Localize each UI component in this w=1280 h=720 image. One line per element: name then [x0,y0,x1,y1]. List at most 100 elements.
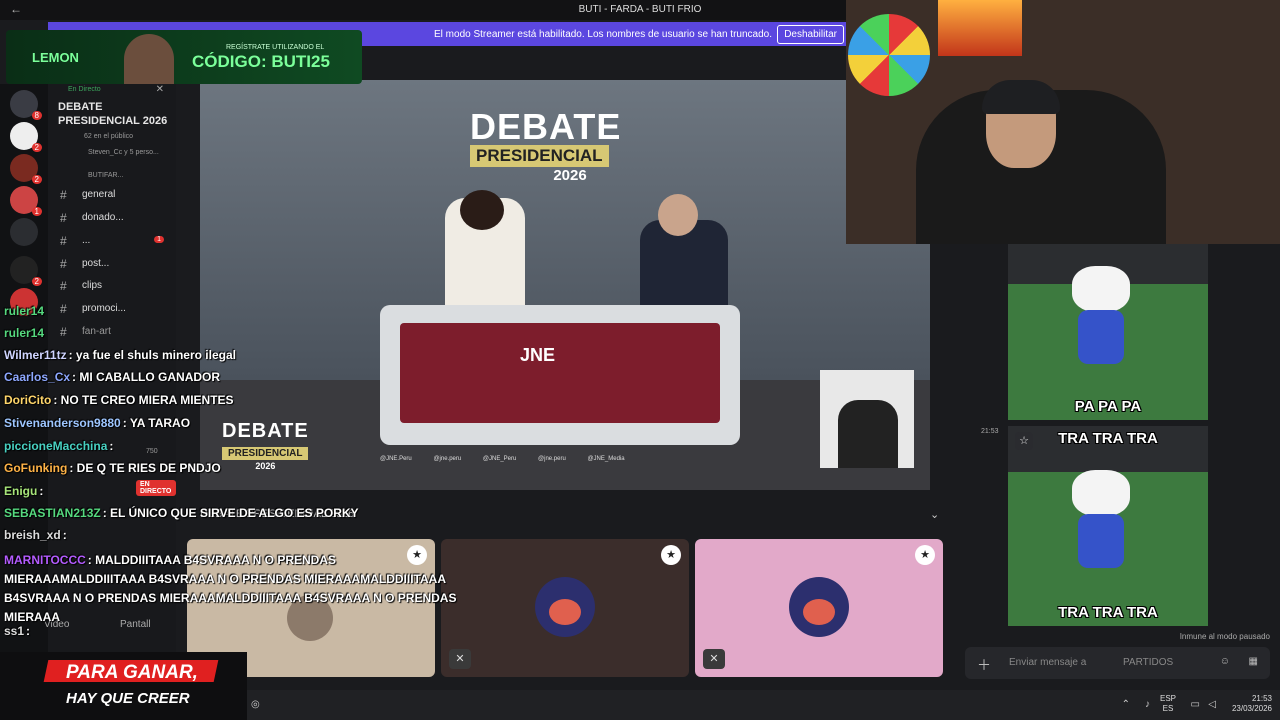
server-icon[interactable]: 2 [10,122,42,152]
hash-icon: # [60,211,67,225]
meme-caption-top: TRA TRA TRA [1058,430,1158,447]
language-indicator[interactable]: ESP ES [1160,694,1176,714]
text-chat-panel: PA PA PA 21:53 TRA TRA TRA TRA TRA TRA ☆… [955,244,1280,720]
server-icon[interactable]: 8 [10,90,42,120]
channel-item-clips[interactable]: # clips [48,276,176,296]
chat-text: : DE Q TE RIES DE PNDJO [69,461,221,475]
hash-icon: # [60,257,67,271]
chat-username[interactable]: MARNITOCCC [4,553,86,567]
chat-username[interactable]: Enigu [4,484,37,498]
channel-label: clips [82,280,103,291]
unread-badge: 2 [31,277,42,286]
chat-message: breish_xd: [4,528,67,542]
app-icon[interactable]: ◎ [251,699,260,710]
unread-badge: 1 [31,207,42,216]
chevron-up-icon[interactable]: ⌃ [1122,699,1130,710]
moderator-woman-head [460,190,504,230]
streamer-cap [982,80,1060,114]
chat-message: Stivenanderson9880: YA TARAO [4,416,190,430]
chat-username[interactable]: DoriCito [4,393,51,407]
chat-username[interactable]: ruler14 [4,326,44,340]
unread-badge: 8 [31,111,42,120]
social-x: @JNE_Peru [482,456,517,462]
close-icon[interactable]: ✕ [156,84,164,95]
message-input[interactable]: ＋ Enviar mensaje a PARTIDOS ☺ ▦ [965,647,1270,679]
chat-text: : [109,439,114,453]
server-icon[interactable]: 2 [10,154,42,184]
unread-badge: 1 [154,236,164,243]
chat-message: ruler14 [4,304,46,318]
channel-item-general[interactable]: # general [48,185,176,205]
prize-wheel [848,14,930,96]
debate-year: 2026 [553,167,587,184]
chat-message: Caarlos_Cx: MI CABALLO GANADOR [4,370,220,384]
unread-badge: 2 [31,143,42,152]
chat-message: GoFunking: DE Q TE RIES DE PNDJO [4,461,221,475]
volume-icon[interactable]: ◁ [1208,699,1216,710]
emoji-icon[interactable]: ☺ [1220,656,1230,667]
chat-username[interactable]: Wilmer11tz [4,348,67,362]
participant-tile-2[interactable]: ★ ✕ [441,539,689,677]
star-icon[interactable]: ★ [915,545,935,565]
star-icon[interactable]: ☆ [1015,432,1033,450]
chat-message: MARNITOCCC: MALDDIIITAAA B4SVRAAA N O PR… [4,551,464,627]
server-icon[interactable]: 1 [10,186,42,216]
chat-message: DoriCito: NO TE CREO MIERA MIENTES [4,393,234,407]
clock[interactable]: 21:53 23/03/2026 [1232,694,1272,714]
language-code: ESP [1159,694,1176,703]
immune-label: Inmune al modo pausado [1179,632,1270,641]
chat-message: piccioneMacchina: [4,439,113,453]
sponsor-code: CÓDIGO: BUTI25 [192,52,330,71]
fireplace-screen [938,0,1022,56]
chat-message: SEBASTIAN213Z: EL ÚNICO QUE SIRVE DE ALG… [4,506,359,520]
live-indicator: En Directo [68,86,101,93]
debate-logo: DEBATE PRESIDENCIAL 2026 [470,106,670,184]
chat-username[interactable]: ruler14 [4,304,44,318]
channel-item-donado[interactable]: # donado... [48,208,176,228]
moderator-man-head [658,194,698,236]
channel-item-post[interactable]: # post... [48,254,176,274]
mic-icon[interactable]: ♪ [1145,699,1150,710]
chat-text: : [39,484,44,498]
avatar [535,577,595,637]
server-icon[interactable]: 2 [10,256,42,286]
chat-username[interactable]: SEBASTIAN213Z [4,506,101,520]
chat-text: : YA TARAO [122,416,191,430]
disable-streamer-button[interactable]: Deshabilitar [777,25,844,44]
promo-line-1: PARA GANAR, [66,662,198,683]
streamer-mode-text: El modo Streamer está habilitado. Los no… [434,29,772,40]
chat-message: ruler14 [4,326,46,340]
taskbar: ◎ ⌃ ♪ ESP ES ▭ ◁ 21:53 23/03/2026 [247,690,1280,720]
chat-message: Wilmer11tz: ya fue el shuls minero ilega… [4,348,236,362]
chat-text: : [62,528,67,542]
clock-time: 21:53 [1251,694,1272,703]
category-label[interactable]: BUTIFAR... [88,172,123,179]
chat-username[interactable]: piccioneMacchina [4,439,107,453]
clock-date: 23/03/2026 [1231,704,1272,713]
chat-username[interactable]: ss1 [4,624,24,638]
meme-image-1[interactable]: PA PA PA [1008,244,1208,420]
sponsor-person [124,34,174,84]
chat-text: : EL ÚNICO QUE SIRVE DE ALGO ES PORKY [102,506,359,520]
channel-item-3[interactable]: #... 1 [48,231,176,251]
chat-username[interactable]: Caarlos_Cx [4,370,70,384]
star-icon[interactable]: ★ [661,545,681,565]
meme-image-2[interactable]: TRA TRA TRA TRA TRA TRA [1008,426,1208,626]
participant-tile-3[interactable]: ★ ✕ [695,539,943,677]
plus-icon[interactable]: ＋ [977,655,991,675]
server-name: DEBATE PRESIDENCIAL 2026 [58,101,168,127]
hourglass-icon[interactable] [10,218,38,246]
chat-username[interactable]: GoFunking [4,461,67,475]
monitor-icon[interactable]: ▭ [1191,699,1200,710]
chevron-down-icon[interactable]: ⌄ [930,508,939,521]
hash-icon: # [60,279,67,293]
sign-language-interpreter [820,370,914,468]
chat-username[interactable]: breish_xd [4,528,61,542]
sponsor-register-text: REGÍSTRATE UTILIZANDO EL [226,44,325,51]
meme-caption: PA PA PA [1074,398,1142,415]
webcam-feed [846,0,1280,244]
chat-username[interactable]: Stivenanderson9880 [4,416,121,430]
chat-message: Enigu: [4,484,43,498]
apps-icon[interactable]: ▦ [1249,656,1258,667]
social-youtube: @JNE_Media [587,456,625,462]
